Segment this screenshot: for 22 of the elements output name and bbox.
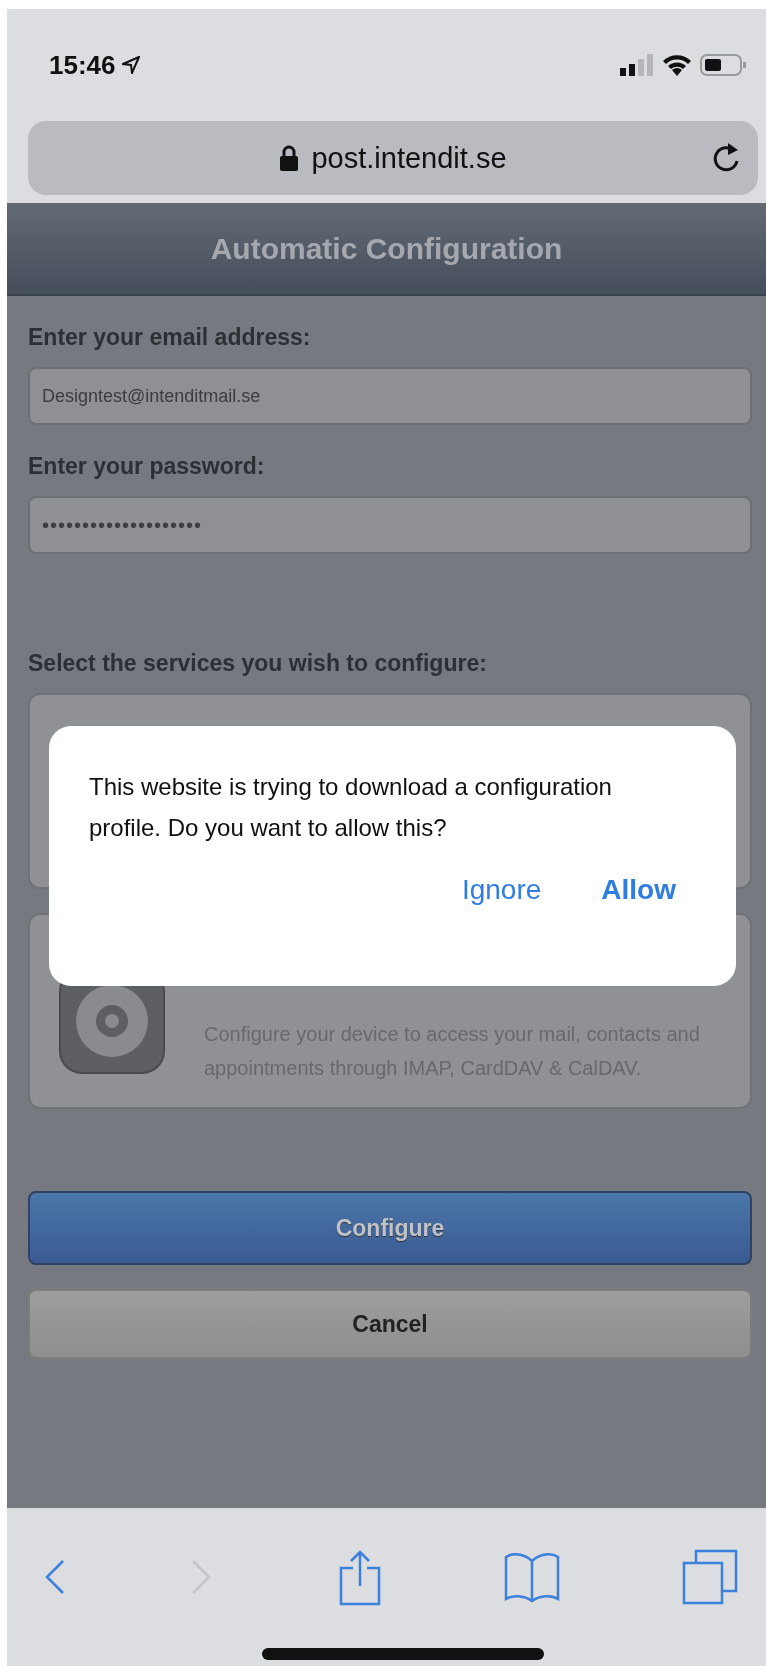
- input-field[interactable]: Designtest@intenditmail.se: [28, 367, 752, 425]
- configure-button[interactable]: Configure: [28, 1191, 752, 1265]
- page-title: Automatic Configuration: [210, 231, 563, 266]
- lock-icon: [279, 145, 300, 171]
- services-label: Select the services you wish to configure:: [28, 650, 488, 677]
- wifi-icon: [662, 54, 692, 76]
- share-icon[interactable]: [337, 1548, 382, 1606]
- tabs-icon[interactable]: [682, 1549, 738, 1605]
- allow-button[interactable]: Allow: [601, 874, 676, 906]
- dialog-message: This website is trying to download a configuration profile. Do you want to allow this?: [89, 772, 613, 843]
- address-bar[interactable]: post.intendit.se: [28, 121, 758, 195]
- input-field[interactable]: ••••••••••••••••••••: [28, 496, 752, 554]
- url-text: post.intendit.se: [311, 141, 507, 175]
- cancel-button[interactable]: Cancel: [28, 1289, 752, 1359]
- field-label: Enter your email address:: [28, 324, 312, 351]
- signal-icon: [620, 54, 654, 76]
- battery-icon: [700, 54, 746, 76]
- clock-time: 15:46: [49, 49, 116, 81]
- bookmarks-icon[interactable]: [503, 1551, 560, 1603]
- location-arrow-icon: [121, 56, 140, 74]
- ignore-button[interactable]: Ignore: [461, 874, 542, 906]
- field-label: Enter your password:: [28, 453, 266, 480]
